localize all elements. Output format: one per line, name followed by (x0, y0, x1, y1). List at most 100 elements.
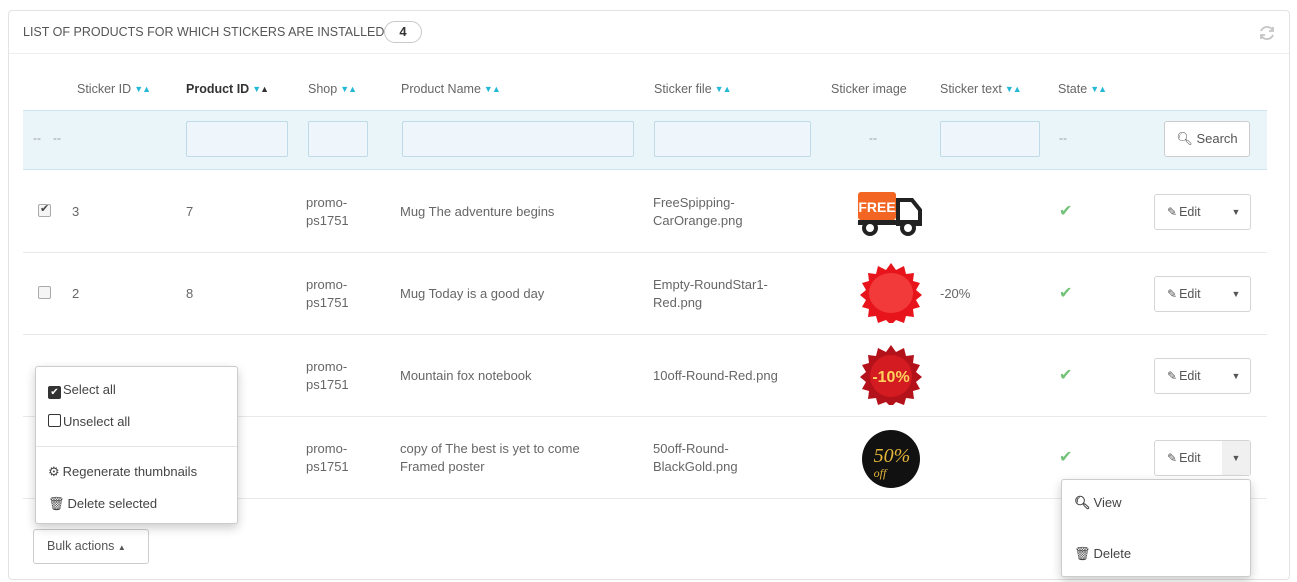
edit-label: Edit (1179, 287, 1201, 301)
view-label: View (1093, 495, 1122, 510)
refresh-icon[interactable] (1257, 23, 1277, 43)
sticker-file-cell: 10off-Round-Red.png (653, 368, 778, 383)
regenerate-thumbnails-item[interactable]: ⚙ Regenerate thumbnails (48, 464, 197, 480)
checked-box-icon: ✔ (48, 386, 61, 399)
row-checkbox[interactable] (38, 202, 51, 217)
edit-label: Edit (1179, 451, 1201, 465)
col-product-id-label: Product ID (186, 82, 250, 96)
black-gold-50off-sticker-icon: 50% off (862, 430, 920, 488)
col-state[interactable]: State ▼▲ (1058, 82, 1107, 96)
row-action-group: ✎ Edit ▼ (1154, 440, 1251, 476)
row-actions-toggle[interactable]: ▼ (1222, 277, 1250, 311)
filter-dash: -- (869, 131, 877, 145)
sticker-sublabel: off (874, 466, 888, 480)
sort-arrows-icon[interactable]: ▼▲ (1090, 84, 1107, 94)
edit-button[interactable]: ✎ Edit (1155, 441, 1223, 475)
search-button-label: Search (1196, 131, 1238, 146)
col-sticker-file-label: Sticker file (654, 82, 712, 96)
filter-shop-input[interactable] (308, 121, 368, 157)
caret-down-icon: ▼ (1231, 207, 1241, 217)
check-ok-icon[interactable]: ✔ (1059, 201, 1072, 221)
sort-arrows-icon[interactable]: ▼▲ (340, 84, 357, 94)
sort-arrows-icon[interactable]: ▼▲ (252, 84, 269, 94)
menu-divider (36, 446, 237, 447)
col-sticker-id-label: Sticker ID (77, 82, 132, 96)
col-product-name[interactable]: Product Name ▼▲ (401, 82, 501, 96)
sort-arrows-icon[interactable]: ▼▲ (484, 84, 501, 94)
delete-item[interactable]: 🗑︎ Delete (1074, 546, 1131, 562)
select-all-label: Select all (63, 382, 116, 397)
empty-box-icon (48, 414, 61, 427)
edit-button[interactable]: ✎ Edit (1155, 277, 1223, 311)
col-sticker-file[interactable]: Sticker file ▼▲ (654, 82, 732, 96)
trash-icon: 🗑︎ (1074, 546, 1091, 561)
product-name-cell: copy of The best is yet to come Framed p… (400, 441, 580, 474)
count-badge: 4 (384, 21, 422, 43)
red-round-star-icon (860, 263, 922, 323)
delete-selected-item[interactable]: 🗑︎ Delete selected (48, 496, 157, 512)
sort-arrows-icon[interactable]: ▼▲ (1005, 84, 1022, 94)
delete-selected-label: Delete selected (67, 496, 158, 511)
red-10off-sticker-icon: -10% (860, 345, 922, 405)
col-product-id[interactable]: Product ID ▼▲ (186, 82, 269, 96)
sticker-label: 50% (874, 445, 911, 467)
row-action-group: ✎ Edit ▼ (1154, 358, 1251, 394)
row-action-group: ✎ Edit ▼ (1154, 194, 1251, 230)
sort-arrows-icon[interactable]: ▼▲ (715, 84, 732, 94)
product-name-cell: Mug Today is a good day (400, 286, 545, 301)
pencil-icon: ✎ (1167, 287, 1178, 301)
check-ok-icon[interactable]: ✔ (1059, 365, 1072, 385)
sort-arrows-icon[interactable]: ▼▲ (134, 84, 151, 94)
filter-dash: -- (33, 131, 41, 145)
select-all-item[interactable]: ✔ Select all (48, 382, 116, 399)
product-name-cell: Mug The adventure begins (400, 204, 555, 219)
bulk-actions-button[interactable]: Bulk actions ▲ (33, 529, 149, 564)
filter-dash: -- (53, 131, 61, 145)
shop-cell: promo-ps1751 (306, 277, 349, 310)
filter-dash: -- (1059, 131, 1067, 145)
search-icon: 🔍︎ (1176, 131, 1193, 146)
shop-cell: promo-ps1751 (306, 359, 349, 392)
col-product-name-label: Product Name (401, 82, 481, 96)
zoom-in-icon: 🔍︎ (1074, 495, 1091, 510)
shop-cell: promo-ps1751 (306, 195, 349, 228)
product-name-cell: Mountain fox notebook (400, 368, 532, 383)
free-shipping-truck-icon: FREE (858, 192, 922, 236)
sticker-label: FREE (858, 199, 895, 215)
sticker-label: -10% (872, 369, 909, 386)
col-shop[interactable]: Shop ▼▲ (308, 82, 357, 96)
unselect-all-item[interactable]: Unselect all (48, 414, 130, 429)
check-ok-icon[interactable]: ✔ (1059, 283, 1072, 303)
col-sticker-id[interactable]: Sticker ID ▼▲ (77, 82, 151, 96)
col-sticker-text-label: Sticker text (940, 82, 1002, 96)
filter-row: -- -- -- -- 🔍︎ Search (23, 110, 1267, 170)
regenerate-label: Regenerate thumbnails (62, 464, 198, 479)
col-sticker-text[interactable]: Sticker text ▼▲ (940, 82, 1022, 96)
caret-up-icon: ▲ (117, 543, 126, 552)
view-item[interactable]: 🔍︎ View (1074, 495, 1121, 511)
row-actions-toggle[interactable]: ▼ (1222, 441, 1250, 475)
pencil-icon: ✎ (1167, 369, 1178, 383)
sticker-id-cell: 3 (72, 204, 80, 219)
pencil-icon: ✎ (1167, 205, 1178, 219)
filter-product-id-input[interactable] (186, 121, 288, 157)
edit-button[interactable]: ✎ Edit (1155, 359, 1223, 393)
row-actions-toggle[interactable]: ▼ (1222, 359, 1250, 393)
table-row: 2 8 promo-ps1751 Mug Today is a good day… (23, 253, 1267, 335)
check-ok-icon[interactable]: ✔ (1059, 447, 1072, 467)
edit-button[interactable]: ✎ Edit (1155, 195, 1223, 229)
caret-down-icon: ▼ (1231, 289, 1241, 299)
filter-product-name-input[interactable] (402, 121, 634, 157)
row-actions-toggle[interactable]: ▼ (1222, 195, 1250, 229)
shop-cell: promo-ps1751 (306, 441, 349, 474)
search-button[interactable]: 🔍︎ Search (1164, 121, 1250, 157)
caret-down-icon: ▼ (1231, 453, 1241, 463)
row-checkbox[interactable] (38, 286, 51, 299)
col-shop-label: Shop (308, 82, 338, 96)
filter-sticker-file-input[interactable] (654, 121, 811, 157)
edit-label: Edit (1179, 205, 1201, 219)
bulk-actions-menu: ✔ Select all Unselect all ⚙ Regenerate thu… (35, 366, 238, 524)
row-actions-menu: 🔍︎ View 🗑︎ Delete (1061, 479, 1251, 577)
panel-heading: LIST OF PRODUCTS FOR WHICH STICKERS ARE … (9, 11, 1289, 54)
filter-sticker-text-input[interactable] (940, 121, 1040, 157)
